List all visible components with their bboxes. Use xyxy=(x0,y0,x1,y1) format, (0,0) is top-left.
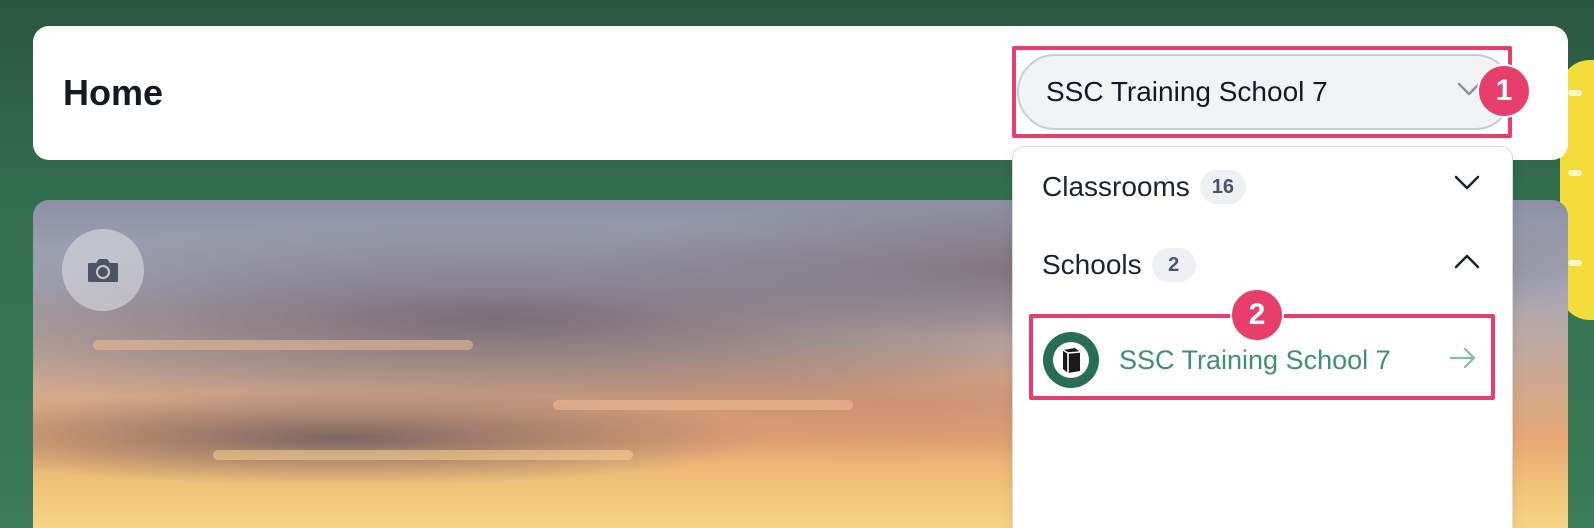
change-cover-photo-button[interactable] xyxy=(62,229,144,311)
classrooms-count-badge: 16 xyxy=(1199,170,1247,204)
step-1-highlight xyxy=(1012,46,1512,138)
step-2-marker: 2 xyxy=(1230,288,1284,342)
chevron-down-icon xyxy=(1454,175,1480,190)
section-schools-label: Schools xyxy=(1042,249,1142,280)
section-classrooms[interactable]: Classrooms 16 xyxy=(1013,157,1512,217)
chevron-up-icon xyxy=(1454,254,1480,269)
step-1-marker: 1 xyxy=(1477,64,1531,118)
section-schools[interactable]: Schools 2 xyxy=(1013,235,1512,295)
page-title: Home xyxy=(63,72,164,113)
schools-count-badge: 2 xyxy=(1151,248,1196,282)
section-classrooms-label: Classrooms xyxy=(1042,171,1190,202)
camera-icon xyxy=(88,259,118,282)
